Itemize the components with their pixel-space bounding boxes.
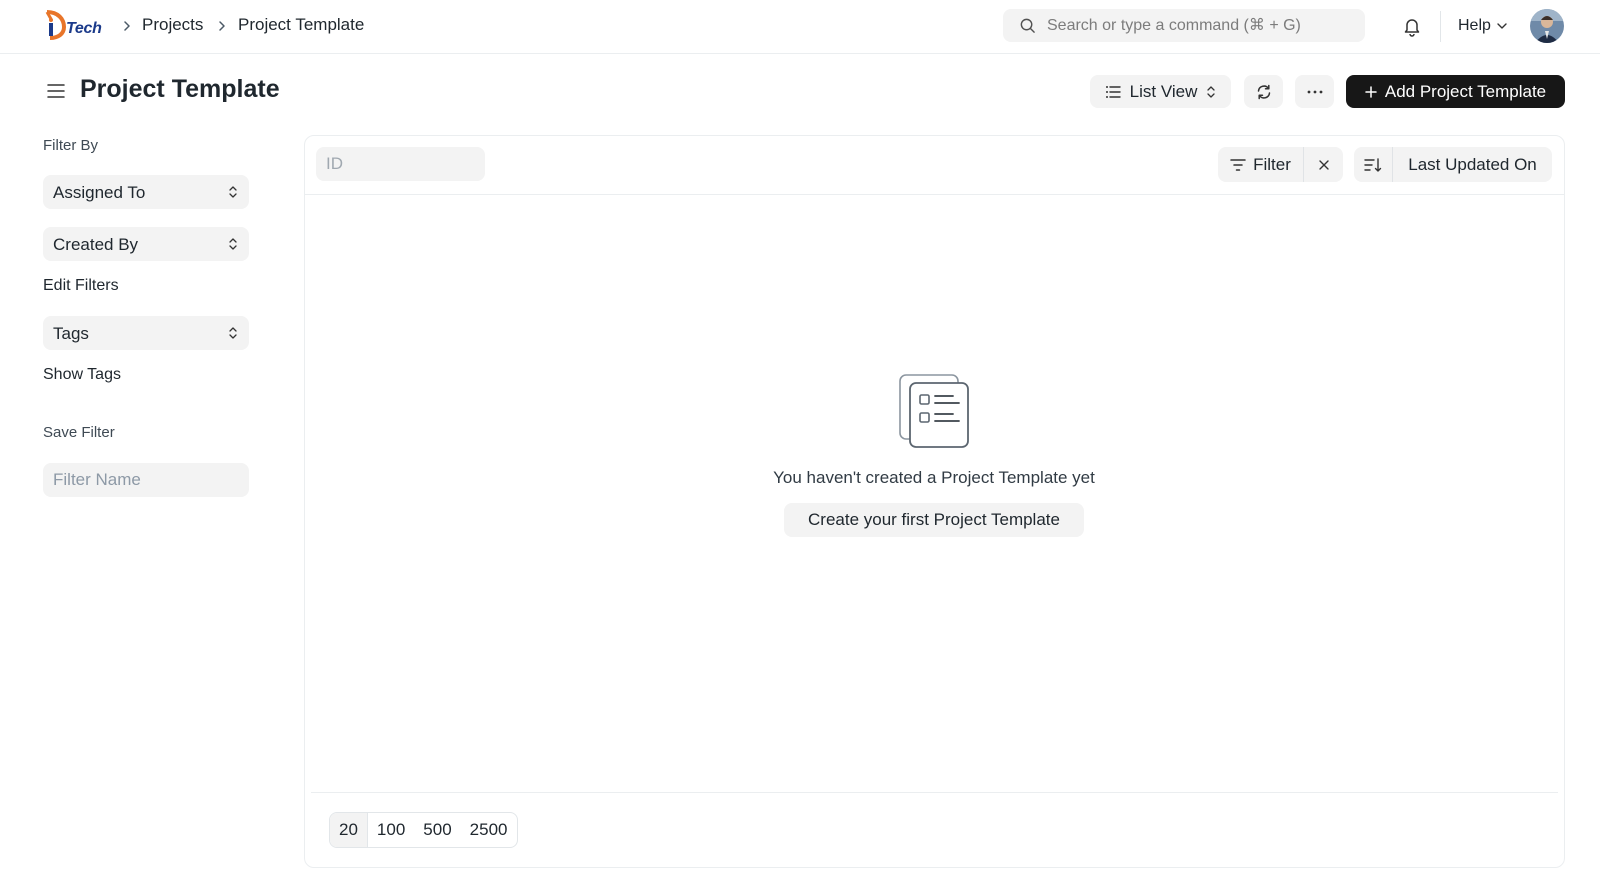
save-filter-label: Save Filter bbox=[43, 424, 115, 441]
sort-descending-icon bbox=[1364, 157, 1382, 172]
user-avatar[interactable] bbox=[1530, 9, 1564, 43]
filter-button[interactable]: Filter bbox=[1218, 147, 1303, 182]
assigned-to-label: Assigned To bbox=[53, 183, 146, 202]
breadcrumb-projects[interactable]: Projects bbox=[142, 15, 203, 35]
navbar: Tech Projects Project Template Help bbox=[0, 0, 1600, 54]
id-filter-input[interactable] bbox=[316, 147, 485, 181]
ellipsis-icon bbox=[1307, 90, 1322, 93]
created-by-filter[interactable]: Created By bbox=[43, 227, 249, 261]
search-bar[interactable] bbox=[1003, 9, 1365, 42]
list-view-selector[interactable]: List View bbox=[1090, 75, 1231, 108]
tags-label: Tags bbox=[53, 324, 89, 343]
navbar-divider bbox=[1440, 11, 1441, 42]
filter-group: Filter bbox=[1218, 147, 1343, 182]
page-size-20[interactable]: 20 bbox=[330, 813, 368, 847]
search-input[interactable] bbox=[1047, 9, 1357, 42]
company-logo[interactable]: Tech bbox=[44, 10, 106, 40]
show-tags-link[interactable]: Show Tags bbox=[43, 366, 121, 384]
close-icon bbox=[1318, 159, 1329, 170]
list-container bbox=[304, 135, 1565, 868]
footer-divider bbox=[311, 792, 1558, 793]
filter-by-label: Filter By bbox=[43, 137, 99, 154]
logo-mark-icon bbox=[45, 10, 67, 40]
notification-bell-icon[interactable] bbox=[1401, 15, 1423, 37]
assigned-to-filter[interactable]: Assigned To bbox=[43, 175, 249, 209]
select-arrows-icon bbox=[1207, 85, 1216, 98]
page-size-2500[interactable]: 2500 bbox=[461, 813, 517, 847]
select-arrows-icon bbox=[229, 238, 237, 250]
select-arrows-icon bbox=[229, 327, 237, 339]
list-icon bbox=[1105, 85, 1121, 98]
add-project-template-button[interactable]: Add Project Template bbox=[1346, 75, 1565, 108]
logo-text: Tech bbox=[66, 20, 102, 37]
help-menu[interactable]: Help bbox=[1458, 15, 1509, 37]
plus-icon bbox=[1365, 85, 1377, 98]
sort-group: Last Updated On bbox=[1354, 147, 1552, 182]
filter-label: Filter bbox=[1253, 154, 1291, 174]
clear-filters-button[interactable] bbox=[1304, 147, 1343, 182]
chevron-right-icon bbox=[219, 21, 225, 31]
chevron-down-icon bbox=[1497, 23, 1507, 29]
page-size-500[interactable]: 500 bbox=[414, 813, 460, 847]
create-first-project-template-button[interactable]: Create your first Project Template bbox=[784, 503, 1084, 537]
help-label: Help bbox=[1458, 17, 1491, 34]
refresh-button[interactable] bbox=[1244, 75, 1283, 108]
edit-filters-link[interactable]: Edit Filters bbox=[43, 277, 119, 295]
select-arrows-icon bbox=[229, 186, 237, 198]
empty-state-message: You haven't created a Project Template y… bbox=[773, 468, 1095, 487]
more-actions-button[interactable] bbox=[1295, 75, 1334, 108]
page-size-selector: 20 100 500 2500 bbox=[329, 812, 518, 848]
page-size-100[interactable]: 100 bbox=[368, 813, 414, 847]
created-by-label: Created By bbox=[53, 235, 139, 254]
filter-name-input[interactable] bbox=[43, 463, 249, 497]
empty-list-illustration-icon bbox=[899, 374, 969, 448]
search-icon bbox=[1020, 18, 1035, 33]
sidebar-toggle-icon[interactable] bbox=[45, 80, 67, 102]
sort-direction-button[interactable] bbox=[1354, 147, 1392, 182]
breadcrumb-project-template[interactable]: Project Template bbox=[238, 15, 364, 35]
add-project-template-label: Add Project Template bbox=[1384, 81, 1547, 101]
tags-filter[interactable]: Tags bbox=[43, 316, 249, 350]
list-view-label: List View bbox=[1129, 81, 1198, 101]
toolbar-divider bbox=[304, 194, 1565, 195]
chevron-right-icon bbox=[124, 21, 130, 31]
filter-icon bbox=[1230, 158, 1246, 171]
page-title: Project Template bbox=[80, 75, 280, 103]
sort-field-button[interactable]: Last Updated On bbox=[1393, 147, 1552, 182]
refresh-icon bbox=[1257, 84, 1270, 99]
